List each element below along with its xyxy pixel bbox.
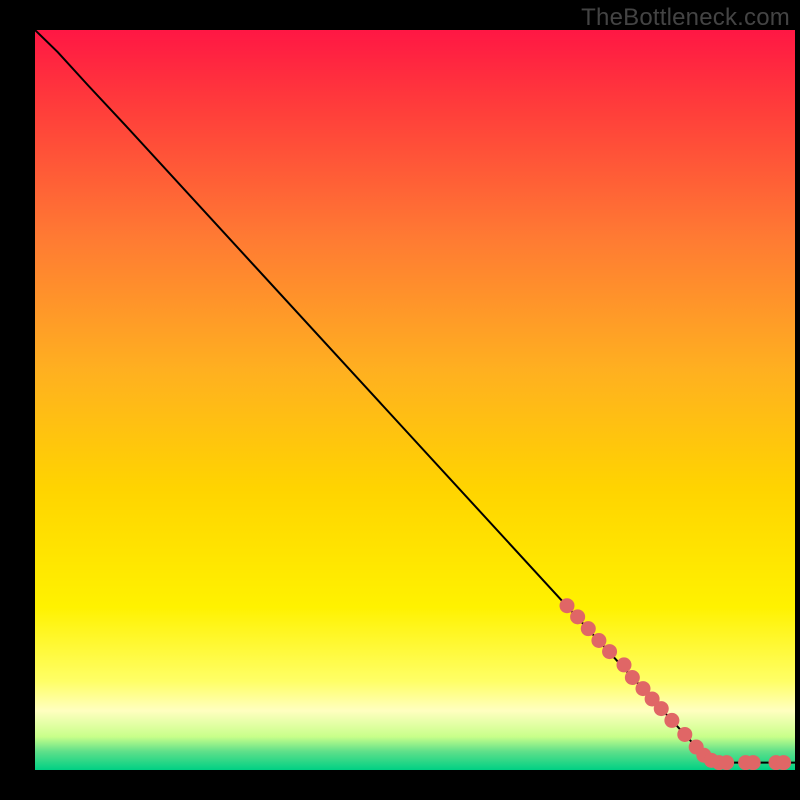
chart-background (35, 30, 795, 770)
chart-svg (35, 30, 795, 770)
marker-point (654, 701, 669, 716)
marker-point (746, 755, 761, 770)
marker-point (581, 621, 596, 636)
marker-point (664, 713, 679, 728)
marker-point (560, 598, 575, 613)
marker-point (677, 727, 692, 742)
marker-point (625, 670, 640, 685)
marker-point (602, 644, 617, 659)
chart-plot-area (35, 30, 795, 770)
marker-point (570, 609, 585, 624)
marker-point (591, 633, 606, 648)
watermark-text: TheBottleneck.com (581, 4, 790, 32)
marker-point (617, 657, 632, 672)
app-frame: TheBottleneck.com (0, 0, 800, 800)
marker-point (776, 755, 791, 770)
marker-point (719, 755, 734, 770)
